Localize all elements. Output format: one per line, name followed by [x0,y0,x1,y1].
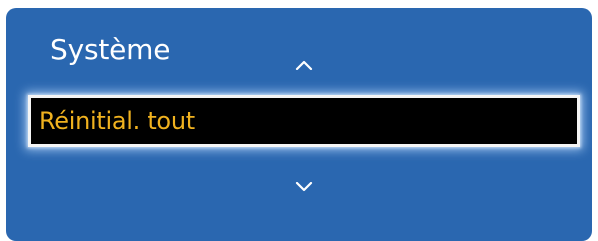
chevron-down-icon[interactable] [289,177,319,197]
chevron-up-icon[interactable] [289,55,319,75]
chevron-down-icon-svg [295,182,313,192]
menu-item-label: Réinitial. tout [39,107,195,135]
menu-title: Système [50,33,171,66]
system-menu-panel: Système Réinitial. tout [6,8,592,241]
chevron-up-icon-svg [295,60,313,70]
menu-item-reset-all[interactable]: Réinitial. tout [28,95,580,147]
